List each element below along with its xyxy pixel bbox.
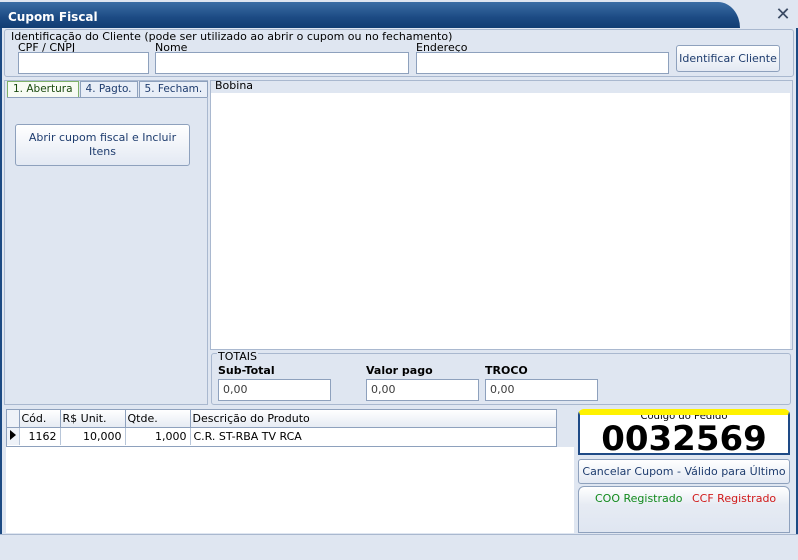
codigo-pedido-panel: Código do Pedido 0032569 xyxy=(578,409,790,455)
subtotal-field[interactable]: 0,00 xyxy=(218,379,331,401)
title-tab: Cupom Fiscal xyxy=(0,2,740,28)
column-header-unit[interactable]: R$ Unit. xyxy=(60,410,126,428)
tab-abertura[interactable]: 1. Abertura xyxy=(7,81,79,97)
grid-indicator-header xyxy=(7,410,20,428)
grid-empty-area[interactable] xyxy=(6,447,574,533)
status-bar xyxy=(0,534,798,560)
column-header-descricao[interactable]: Descrição do Produto xyxy=(190,410,556,428)
identificar-cliente-button[interactable]: Identificar Cliente xyxy=(676,45,780,72)
title-bar: Cupom Fiscal xyxy=(0,0,798,28)
row-pointer-icon xyxy=(10,429,16,440)
cell-descricao[interactable]: C.R. ST-RBA TV RCA xyxy=(190,427,556,445)
table-row[interactable]: 1162 10,000 1,000 C.R. ST-RBA TV RCA xyxy=(7,427,556,445)
cell-cod[interactable]: 1162 xyxy=(19,427,61,445)
cell-qtde[interactable]: 1,000 xyxy=(125,427,191,445)
valor-pago-field[interactable]: 0,00 xyxy=(366,379,479,401)
nome-field[interactable] xyxy=(155,52,409,74)
bobina-area[interactable] xyxy=(211,93,790,349)
tab-strip: 1. Abertura 4. Pagto. 5. Fecham. xyxy=(7,81,209,97)
tab-fecham[interactable]: 5. Fecham. xyxy=(138,81,209,97)
coo-status: COO Registrado xyxy=(595,492,683,505)
cpf-field[interactable] xyxy=(18,52,149,74)
troco-label: TROCO xyxy=(485,364,528,377)
subtotal-label: Sub-Total xyxy=(218,364,275,377)
totais-legend: TOTAIS xyxy=(217,350,258,363)
close-icon[interactable]: ✕ xyxy=(774,6,792,24)
valor-pago-label: Valor pago xyxy=(366,364,433,377)
row-selector[interactable] xyxy=(7,427,20,445)
bobina-label: Bobina xyxy=(215,79,254,92)
codigo-pedido-number: 0032569 xyxy=(601,419,767,455)
abrir-cupom-button[interactable]: Abrir cupom fiscal e Incluir Itens xyxy=(15,124,190,166)
items-grid[interactable]: Cód. R$ Unit. Qtde. Descrição do Produto… xyxy=(6,409,557,447)
cancelar-cupom-button[interactable]: Cancelar Cupom - Válido para Último xyxy=(578,459,790,484)
status-panel: COO Registrado CCF Registrado xyxy=(578,486,790,533)
endereco-field[interactable] xyxy=(416,52,669,74)
tab-pagto[interactable]: 4. Pagto. xyxy=(79,81,138,97)
ccf-status: CCF Registrado xyxy=(692,492,777,505)
column-header-qtde[interactable]: Qtde. xyxy=(125,410,191,428)
troco-field[interactable]: 0,00 xyxy=(485,379,598,401)
cell-unit[interactable]: 10,000 xyxy=(60,427,126,445)
client-identification-legend: Identificação do Cliente (pode ser utili… xyxy=(11,30,453,43)
window-title: Cupom Fiscal xyxy=(8,10,98,24)
column-header-cod[interactable]: Cód. xyxy=(19,410,61,428)
